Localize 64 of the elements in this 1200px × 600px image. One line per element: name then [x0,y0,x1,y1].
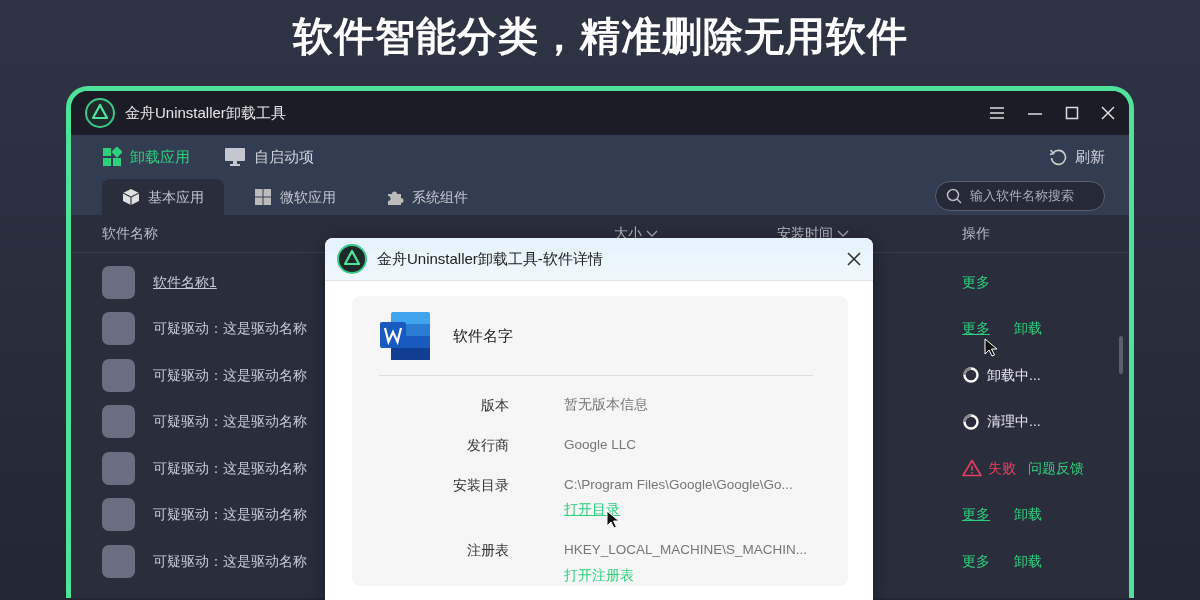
chevron-down-icon [646,229,658,238]
app-name: 可疑驱动：这是驱动名称 [153,505,307,525]
app-name: 可疑驱动：这是驱动名称 [153,551,307,571]
action-link[interactable]: 问题反馈 [1028,457,1084,479]
field-label: 安装目录 [452,476,509,495]
field-value: C:\Program Files\Google\Google\Go... [564,476,794,494]
column-header: 软件名称 [102,224,158,243]
action-link[interactable]: 更多 [962,318,990,340]
menu-icon[interactable] [989,106,1005,120]
tab[interactable]: 基本应用 [102,179,224,215]
spinner-icon [962,366,980,385]
action-link[interactable]: 更多 [962,550,990,572]
field-value: Google LLC [564,436,638,454]
windows-icon [254,188,272,206]
close-icon[interactable] [847,252,861,266]
column-header: 操作 [962,224,990,243]
document-app-icon [379,311,431,361]
nav-item[interactable]: 自启动项 [224,145,314,169]
search-field[interactable]: 输入软件名称搜索 [935,181,1105,211]
monitor-icon [224,147,246,167]
dialog-title: 金舟Uninstaller卸载工具-软件详情 [377,248,603,269]
warning-icon [962,459,982,478]
app-name: 软件名字 [453,325,513,346]
action-link[interactable]: 更多 [962,271,990,293]
spinner-icon [962,412,980,431]
app-name: 可疑驱动：这是驱动名称 [153,412,307,432]
cube-icon [122,188,140,206]
field-value: HKEY_LOCAL_MACHINE\S_MACHIN... [564,541,809,560]
app-icon [102,265,135,299]
tab[interactable]: 微软应用 [234,179,356,215]
action-link[interactable]: 卸载 [1014,550,1042,572]
headline: 软件智能分类，精准删除无用软件 [291,13,909,60]
app-icon [102,358,135,392]
app-name: 可疑驱动：这是驱动名称 [153,319,307,339]
scrollbar[interactable] [1119,336,1123,374]
app-icon [102,498,135,532]
chevron-down-icon [837,229,849,238]
field-label: 注册表 [466,541,509,561]
app-name: 可疑驱动：这是驱动名称 [153,365,307,385]
tab[interactable]: 系统组件 [366,179,488,215]
field-value: 暂无版本信息 [564,396,649,414]
refresh-button[interactable]: 刷新 [1049,145,1105,169]
app-name: 可疑驱动：这是驱动名称 [153,458,307,478]
error-text: 失败 [988,458,1016,478]
action-link[interactable]: 更多 [962,504,990,526]
nav-item[interactable]: 卸载应用 [102,145,190,169]
maximize-icon[interactable] [1065,106,1079,120]
search-icon [946,188,962,204]
app-icon [102,312,135,346]
cursor-icon [984,338,998,357]
field-label: 发行商 [466,436,509,455]
refresh-icon [1049,148,1067,166]
app-icon [102,451,135,485]
status-text: 卸载中... [987,365,1041,385]
field-label: 版本 [480,396,509,415]
apps-icon [102,147,122,167]
status-text: 清理中... [987,412,1041,432]
app-name-link[interactable]: 软件名称1 [153,271,217,293]
search-input[interactable]: 输入软件名称搜索 [968,185,1088,207]
action-link[interactable]: 卸载 [1014,504,1042,526]
action-link[interactable]: 卸载 [1014,318,1042,340]
app-icon [102,405,135,439]
app-icon [102,544,135,578]
window-title: 金舟Uninstaller卸载工具 [125,102,286,123]
